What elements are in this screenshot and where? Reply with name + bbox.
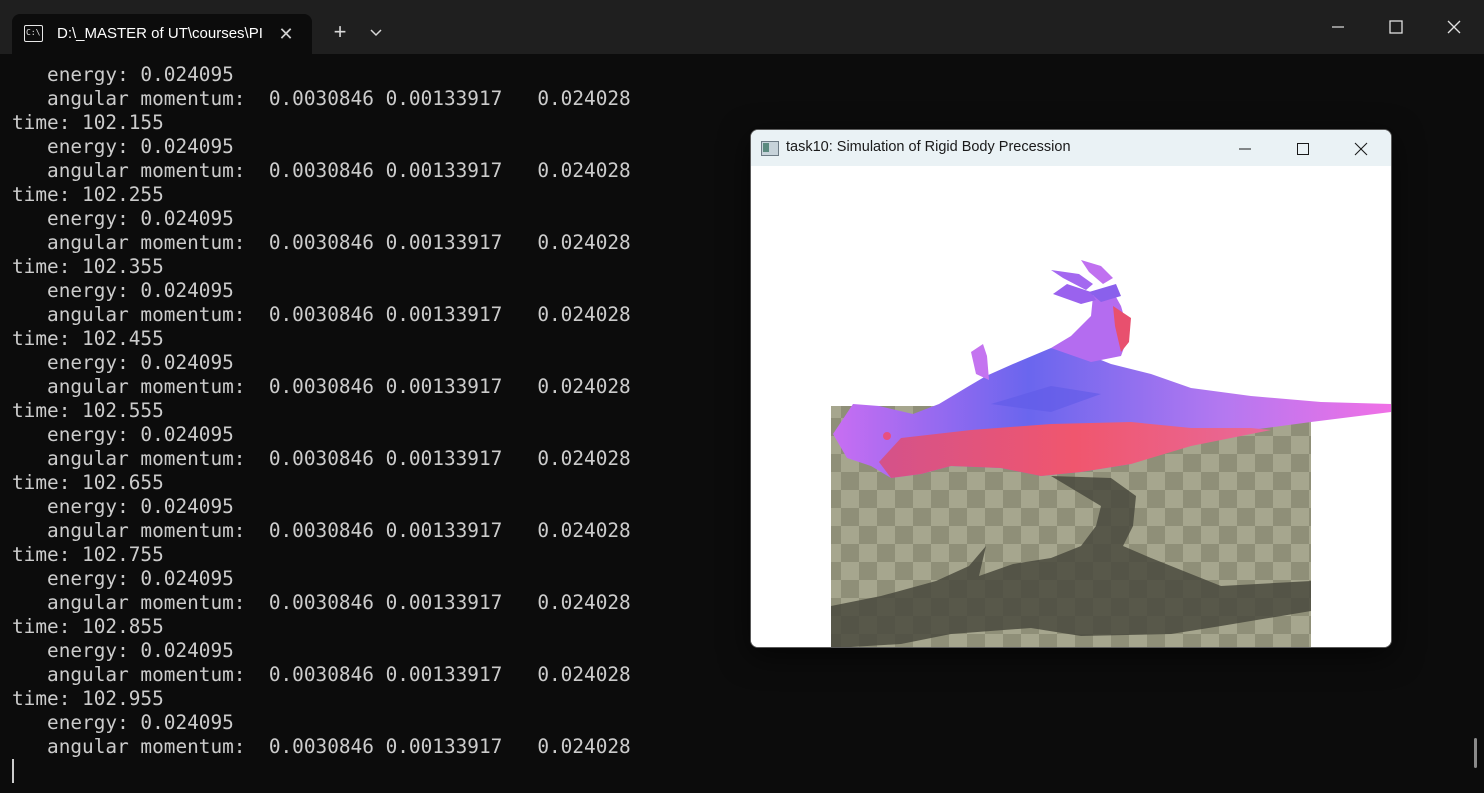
terminal-titlebar: D:\_MASTER of UT\courses\PI ✕ + <box>0 0 1484 54</box>
console-line: time: 102.655 <box>12 471 164 494</box>
sim-maximize-button[interactable] <box>1279 134 1325 162</box>
console-line: energy: 0.024095 <box>12 135 234 158</box>
console-line: energy: 0.024095 <box>12 351 234 374</box>
close-icon <box>1354 142 1368 156</box>
console-line: angular momentum: 0.0030846 0.00133917 0… <box>12 375 631 398</box>
maximize-icon <box>1297 143 1309 155</box>
chevron-down-icon <box>370 29 382 37</box>
console-line: angular momentum: 0.0030846 0.00133917 0… <box>12 87 631 110</box>
console-line: angular momentum: 0.0030846 0.00133917 0… <box>12 519 631 542</box>
maximize-icon <box>1389 20 1403 34</box>
console-line: energy: 0.024095 <box>12 567 234 590</box>
console-line: angular momentum: 0.0030846 0.00133917 0… <box>12 735 631 758</box>
console-output[interactable]: energy: 0.024095 angular momentum: 0.003… <box>12 63 732 759</box>
minimize-icon <box>1332 26 1344 28</box>
console-line: time: 102.455 <box>12 327 164 350</box>
console-line: time: 102.555 <box>12 399 164 422</box>
minimize-button[interactable] <box>1315 10 1361 44</box>
close-window-button[interactable] <box>1431 10 1477 44</box>
console-line: energy: 0.024095 <box>12 207 234 230</box>
simulation-title: task10: Simulation of Rigid Body Precess… <box>786 139 1071 155</box>
console-line: angular momentum: 0.0030846 0.00133917 0… <box>12 231 631 254</box>
maximize-button[interactable] <box>1373 10 1419 44</box>
tab-dropdown-button[interactable] <box>364 19 388 47</box>
console-line: angular momentum: 0.0030846 0.00133917 0… <box>12 159 631 182</box>
close-tab-icon[interactable]: ✕ <box>274 22 298 46</box>
app-icon <box>761 141 779 156</box>
console-line: angular momentum: 0.0030846 0.00133917 0… <box>12 663 631 686</box>
close-icon <box>1447 20 1461 34</box>
console-line: energy: 0.024095 <box>12 495 234 518</box>
console-line: time: 102.255 <box>12 183 164 206</box>
console-line: time: 102.855 <box>12 615 164 638</box>
console-line: energy: 0.024095 <box>12 423 234 446</box>
terminal-tab[interactable]: D:\_MASTER of UT\courses\PI ✕ <box>12 14 312 54</box>
simulation-window[interactable]: task10: Simulation of Rigid Body Precess… <box>750 129 1392 648</box>
console-line: energy: 0.024095 <box>12 63 234 86</box>
console-line: time: 102.955 <box>12 687 164 710</box>
text-cursor <box>12 759 14 783</box>
scrollbar-thumb[interactable] <box>1474 738 1477 768</box>
sim-minimize-button[interactable] <box>1221 134 1267 162</box>
console-line: angular momentum: 0.0030846 0.00133917 0… <box>12 447 631 470</box>
console-line: time: 102.355 <box>12 255 164 278</box>
console-line: angular momentum: 0.0030846 0.00133917 0… <box>12 303 631 326</box>
terminal-icon <box>24 25 43 42</box>
minimize-icon <box>1239 148 1251 150</box>
console-line: angular momentum: 0.0030846 0.00133917 0… <box>12 591 631 614</box>
console-line: time: 102.755 <box>12 543 164 566</box>
console-line: energy: 0.024095 <box>12 711 234 734</box>
sim-close-button[interactable] <box>1337 134 1383 162</box>
console-line: energy: 0.024095 <box>12 279 234 302</box>
simulation-titlebar[interactable]: task10: Simulation of Rigid Body Precess… <box>751 130 1391 166</box>
tab-title: D:\_MASTER of UT\courses\PI <box>57 25 262 42</box>
new-tab-button[interactable]: + <box>326 19 354 47</box>
render-canvas[interactable] <box>751 166 1391 647</box>
console-line: time: 102.155 <box>12 111 164 134</box>
console-line: energy: 0.024095 <box>12 639 234 662</box>
